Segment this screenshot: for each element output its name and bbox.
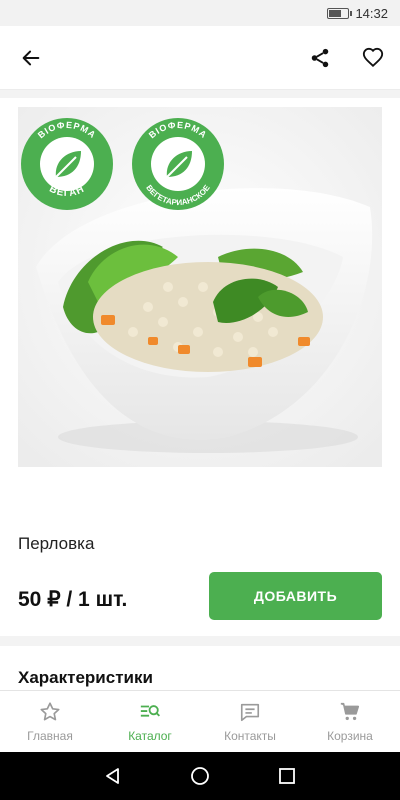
- cart-icon: [340, 702, 360, 720]
- product-price: 50 ₽ / 1 шт.: [18, 588, 128, 611]
- status-time: 14:32: [355, 5, 388, 21]
- share-button[interactable]: [300, 38, 340, 78]
- separator: [0, 636, 400, 646]
- nav-label-catalog: Каталог: [128, 728, 172, 743]
- battery-icon: [327, 7, 353, 19]
- separator: [0, 90, 400, 98]
- nav-item-catalog[interactable]: Каталог: [100, 691, 200, 752]
- system-recents-icon[interactable]: [277, 766, 297, 786]
- nav-label-home: Главная: [27, 728, 73, 743]
- barley-salad-photo: BIOФЕРМА ВЕГАН BIOФЕРМА ВЕГЕТАРИАНСКОЕ: [18, 107, 382, 467]
- vegan-badge: BIOФЕРМА ВЕГАН: [21, 118, 113, 210]
- nav-item-home[interactable]: Главная: [0, 691, 100, 752]
- nav-item-contacts[interactable]: Контакты: [200, 691, 300, 752]
- app-bar: [0, 26, 400, 90]
- catalog-search-icon: [140, 704, 160, 717]
- add-to-cart-button[interactable]: ДОБАВИТЬ: [209, 572, 382, 620]
- status-bar: 14:32: [0, 0, 400, 26]
- share-icon: [311, 48, 329, 68]
- system-navigation-bar: [0, 752, 400, 800]
- characteristics-title: Характеристики: [18, 668, 153, 687]
- nav-item-cart[interactable]: Корзина: [300, 691, 400, 752]
- system-back-icon[interactable]: [103, 766, 123, 786]
- message-icon: [240, 703, 260, 721]
- nav-label-contacts: Контакты: [224, 728, 276, 743]
- back-button[interactable]: [11, 38, 51, 78]
- vegetarian-badge: BIOФЕРМА ВЕГЕТАРИАНСКОЕ: [132, 118, 224, 210]
- system-home-icon[interactable]: [190, 766, 210, 786]
- nav-label-cart: Корзина: [327, 728, 373, 743]
- star-icon: [40, 701, 60, 720]
- product-name: Перловка: [18, 534, 95, 553]
- favorite-button[interactable]: [353, 38, 393, 78]
- product-image: BIOФЕРМА ВЕГАН BIOФЕРМА ВЕГЕТАРИАНСКОЕ: [18, 107, 382, 467]
- arrow-left-icon: [22, 50, 40, 66]
- bottom-nav: Главная Каталог Контакты Корзина: [0, 690, 400, 752]
- heart-icon: [362, 47, 384, 68]
